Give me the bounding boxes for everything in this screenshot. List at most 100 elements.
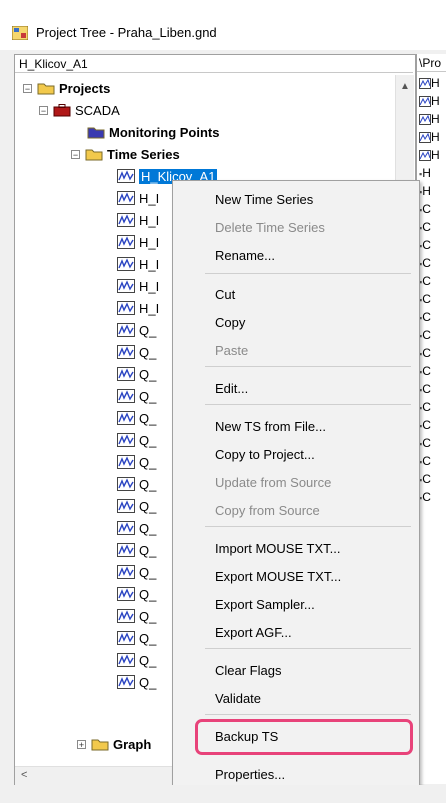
time-series-icon: [117, 499, 135, 513]
menu-item-export-sampler[interactable]: Export Sampler...: [173, 591, 419, 619]
detail-row[interactable]: ▪C: [419, 398, 431, 416]
tree-label: H_I: [139, 300, 160, 316]
detail-row[interactable]: H: [419, 92, 440, 110]
menu-separator: [205, 404, 411, 405]
collapse-icon[interactable]: −: [23, 83, 32, 93]
scroll-up-icon[interactable]: ▲: [400, 81, 410, 92]
tree-item[interactable]: Q_: [117, 649, 156, 671]
menu-item-validate[interactable]: Validate: [173, 685, 419, 713]
time-series-icon: [117, 191, 135, 205]
menu-item-copy[interactable]: Copy: [173, 309, 419, 337]
menu-item-rename[interactable]: Rename...: [173, 242, 419, 270]
tree-item-projects[interactable]: − Projects: [23, 77, 110, 99]
menu-separator: [205, 714, 411, 715]
tree-item[interactable]: H_I: [117, 275, 159, 297]
tree-item[interactable]: Q_: [117, 407, 156, 429]
menu-item-cut[interactable]: Cut: [173, 281, 419, 309]
detail-row[interactable]: H: [419, 146, 440, 164]
detail-row[interactable]: ▪C: [419, 308, 431, 326]
menu-item-export-agf[interactable]: Export AGF...: [173, 619, 419, 647]
menu-item-export-mouse-txt[interactable]: Export MOUSE TXT...: [173, 563, 419, 591]
menu-item-copy-to-project[interactable]: Copy to Project...: [173, 441, 419, 469]
detail-row[interactable]: ▪C: [419, 236, 431, 254]
time-series-icon: [117, 565, 135, 579]
collapse-icon[interactable]: −: [71, 149, 80, 159]
tree-label: Graph: [113, 736, 152, 752]
tree-item[interactable]: Q_: [117, 341, 156, 363]
detail-text: C: [422, 490, 431, 504]
detail-text: C: [422, 418, 431, 432]
folder-icon: [37, 83, 55, 94]
detail-row[interactable]: ▪C: [419, 218, 431, 236]
detail-text: C: [422, 346, 431, 360]
detail-row[interactable]: H: [419, 110, 440, 128]
tree-item[interactable]: Q_: [117, 583, 156, 605]
menu-separator: [205, 648, 411, 649]
tree-item[interactable]: Q_: [117, 495, 156, 517]
menu-item-new-ts-from-file[interactable]: New TS from File...: [173, 413, 419, 441]
tree-label: Q_: [139, 542, 157, 558]
tree-item[interactable]: H_I: [117, 209, 159, 231]
expand-icon[interactable]: +: [77, 739, 86, 749]
detail-row[interactable]: H: [419, 74, 440, 92]
tree-item[interactable]: Q_: [117, 385, 156, 407]
tree-item[interactable]: H_I: [117, 253, 159, 275]
tree-item[interactable]: Q_: [117, 517, 156, 539]
menu-item-import-mouse-txt[interactable]: Import MOUSE TXT...: [173, 535, 419, 563]
tree-item[interactable]: Q_: [117, 451, 156, 473]
tree-item-monitoring-points[interactable]: Monitoring Points: [87, 121, 219, 143]
tree-label: SCADA: [75, 102, 120, 118]
detail-text: C: [422, 220, 431, 234]
tree-item[interactable]: Q_: [117, 539, 156, 561]
menu-item-clear-flags[interactable]: Clear Flags: [173, 657, 419, 685]
time-series-icon: [419, 114, 431, 126]
detail-row[interactable]: ▪C: [419, 470, 431, 488]
detail-row[interactable]: ▪C: [419, 434, 431, 452]
tree-item[interactable]: Q_: [117, 627, 156, 649]
tree-item[interactable]: H_I: [117, 297, 159, 319]
detail-row[interactable]: H: [419, 128, 440, 146]
tree-item[interactable]: Q_: [117, 363, 156, 385]
detail-row[interactable]: ▪H: [419, 164, 431, 182]
tree-item-graph[interactable]: + Graph: [77, 733, 151, 755]
detail-pane[interactable]: \Pro H H H H H ▪H ▪H ▪C ▪C ▪C ▪C ▪C ▪C ▪C ▪C ▪C ▪C ▪C ▪C ▪C…: [416, 54, 446, 784]
detail-row[interactable]: ▪C: [419, 452, 431, 470]
detail-row[interactable]: ▪C: [419, 272, 431, 290]
highlight-box: [195, 719, 413, 755]
detail-row[interactable]: ▪C: [419, 254, 431, 272]
tree-label: Projects: [59, 80, 111, 96]
tree-item[interactable]: Q_: [117, 429, 156, 451]
detail-row[interactable]: ▪H: [419, 182, 431, 200]
tree-label: Q_: [139, 564, 157, 580]
tree-item[interactable]: Q_: [117, 605, 156, 627]
detail-row[interactable]: ▪C: [419, 362, 431, 380]
tree-item-scada[interactable]: − SCADA: [39, 99, 120, 121]
detail-text: C: [422, 400, 431, 414]
detail-text: C: [422, 436, 431, 450]
menu-item-new-time-series[interactable]: New Time Series: [173, 186, 419, 214]
detail-row[interactable]: ▪C: [419, 416, 431, 434]
tree-item-time-series[interactable]: − Time Series: [71, 143, 180, 165]
tree-label: Q_: [139, 630, 157, 646]
time-series-icon: [117, 367, 135, 381]
tree-item[interactable]: Q_: [117, 319, 156, 341]
tree-item[interactable]: Q_: [117, 561, 156, 583]
detail-row[interactable]: ▪C: [419, 200, 431, 218]
detail-row[interactable]: ▪C: [419, 290, 431, 308]
menu-item-edit[interactable]: Edit...: [173, 375, 419, 403]
tree-item[interactable]: Q_: [117, 473, 156, 495]
detail-text: H: [431, 148, 440, 162]
tree-item[interactable]: H_I: [117, 231, 159, 253]
folder-icon: [91, 739, 109, 750]
detail-text: C: [422, 202, 431, 216]
detail-row[interactable]: ▪C: [419, 488, 431, 506]
tree-item[interactable]: Q_: [117, 671, 156, 693]
scroll-left-icon[interactable]: <: [21, 769, 27, 781]
briefcase-icon: [53, 103, 71, 116]
detail-row[interactable]: ▪C: [419, 380, 431, 398]
collapse-icon[interactable]: −: [39, 105, 48, 115]
detail-row[interactable]: ▪C: [419, 326, 431, 344]
tree-item[interactable]: H_I: [117, 187, 159, 209]
detail-row[interactable]: ▪C: [419, 344, 431, 362]
tree-label: Q_: [139, 322, 157, 338]
